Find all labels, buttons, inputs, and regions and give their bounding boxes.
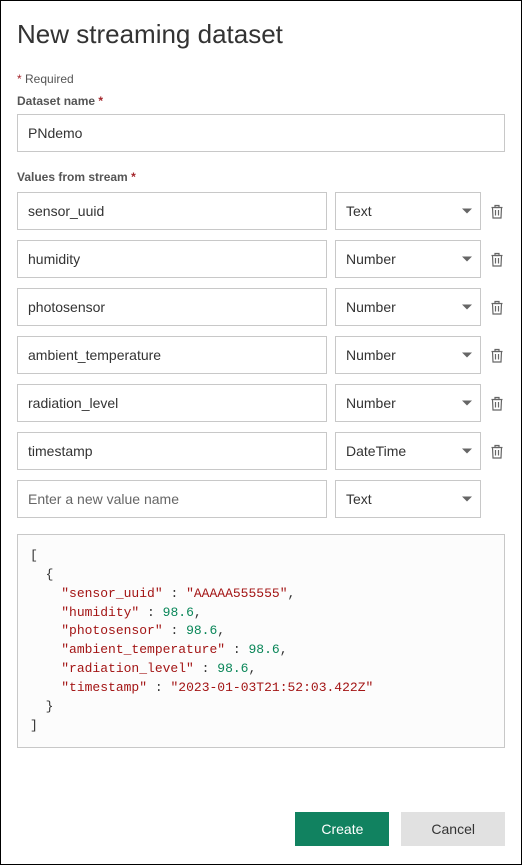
- trash-icon[interactable]: [489, 441, 505, 461]
- value-row: TextNumberDateTime: [17, 336, 505, 374]
- new-value-type-select[interactable]: TextNumberDateTime: [335, 480, 481, 518]
- new-value-name-input[interactable]: [17, 480, 327, 518]
- create-button[interactable]: Create: [295, 812, 389, 846]
- value-name-input[interactable]: [17, 432, 327, 470]
- trash-icon[interactable]: [489, 393, 505, 413]
- value-name-input[interactable]: [17, 336, 327, 374]
- value-row: TextNumberDateTime: [17, 240, 505, 278]
- value-row: TextNumberDateTime: [17, 384, 505, 422]
- value-type-select[interactable]: TextNumberDateTime: [335, 336, 481, 374]
- value-type-select[interactable]: TextNumberDateTime: [335, 384, 481, 422]
- required-note: * Required: [17, 72, 505, 86]
- value-type-select[interactable]: TextNumberDateTime: [335, 432, 481, 470]
- value-name-input[interactable]: [17, 240, 327, 278]
- value-row: TextNumberDateTime: [17, 288, 505, 326]
- value-name-input[interactable]: [17, 384, 327, 422]
- value-row: TextNumberDateTime: [17, 192, 505, 230]
- value-type-select[interactable]: TextNumberDateTime: [335, 240, 481, 278]
- dataset-name-label: Dataset name *: [17, 94, 505, 108]
- trash-icon[interactable]: [489, 297, 505, 317]
- trash-icon[interactable]: [489, 249, 505, 269]
- value-row: TextNumberDateTime: [17, 432, 505, 470]
- value-name-input[interactable]: [17, 192, 327, 230]
- values-from-stream-label: Values from stream *: [17, 170, 505, 184]
- json-preview: [ { "sensor_uuid" : "AAAAA555555", "humi…: [17, 534, 505, 748]
- value-type-select[interactable]: TextNumberDateTime: [335, 192, 481, 230]
- page-title: New streaming dataset: [17, 19, 505, 50]
- trash-icon[interactable]: [489, 345, 505, 365]
- value-name-input[interactable]: [17, 288, 327, 326]
- new-value-row: TextNumberDateTime: [17, 480, 505, 518]
- cancel-button[interactable]: Cancel: [401, 812, 505, 846]
- trash-icon[interactable]: [489, 201, 505, 221]
- value-type-select[interactable]: TextNumberDateTime: [335, 288, 481, 326]
- dataset-name-input[interactable]: [17, 114, 505, 152]
